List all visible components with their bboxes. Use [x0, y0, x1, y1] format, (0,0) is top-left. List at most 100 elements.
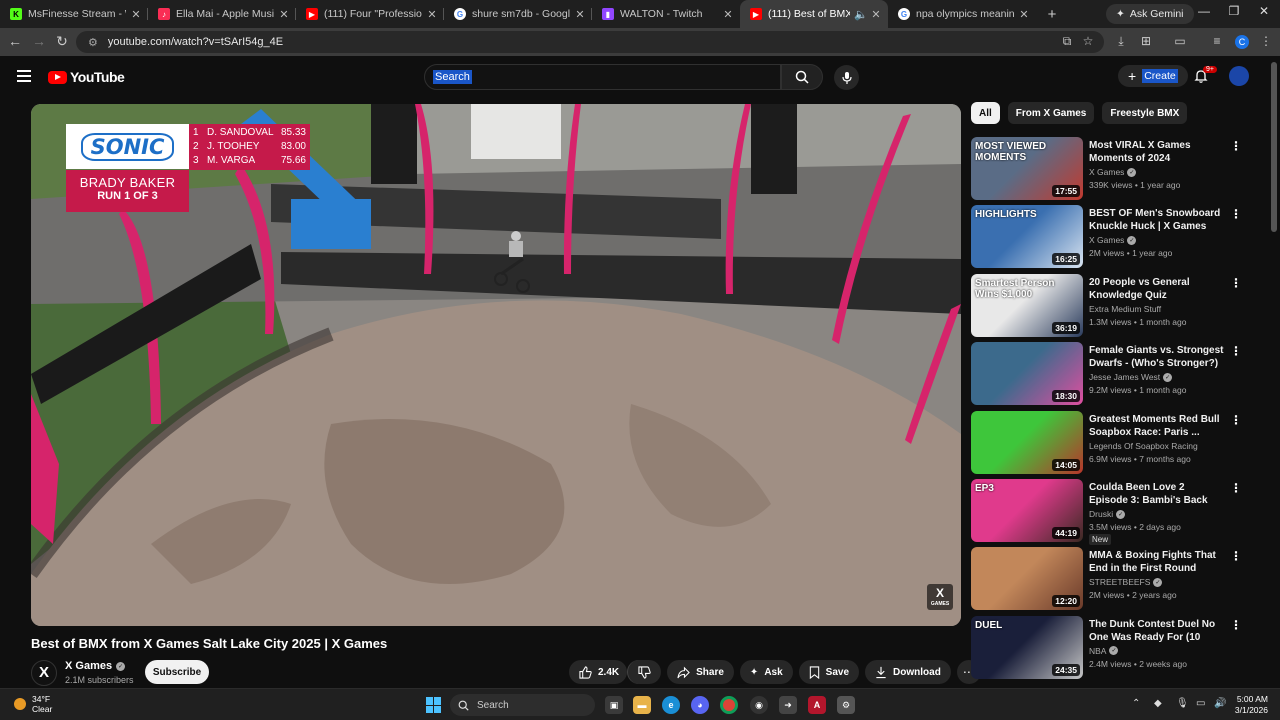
recommended-video[interactable]: EP3 44:19 Coulda Been Love 2 Episode 3: Ba…	[971, 479, 1261, 545]
ask-button[interactable]: ✦ Ask	[739, 660, 793, 684]
video-thumbnail[interactable]: 18:30	[971, 342, 1083, 406]
adobe-icon[interactable]: A	[808, 696, 826, 714]
site-info-icon[interactable]: ⚙	[88, 36, 98, 49]
account-avatar[interactable]	[1229, 66, 1249, 86]
edge-icon[interactable]: e	[662, 696, 680, 714]
channel-name[interactable]: X Games ✓	[65, 660, 126, 672]
recommended-title[interactable]: MMA & Boxing Fights That End in the Firs…	[1089, 549, 1225, 576]
more-options-icon[interactable]: ⋮	[1230, 413, 1242, 427]
close-tab-icon[interactable]: ✕	[278, 8, 290, 21]
close-tab-icon[interactable]: ✕	[870, 8, 882, 21]
obs-icon[interactable]: ◉	[750, 696, 768, 714]
more-options-icon[interactable]: ⋮	[1230, 276, 1242, 290]
recommended-video[interactable]: Smartest Person Wins $1,000 36:19 20 Peopl…	[971, 273, 1261, 338]
discord-icon[interactable]: ◕	[691, 696, 709, 714]
page-scrollbar[interactable]	[1271, 62, 1277, 232]
display-icon[interactable]: ▭	[1196, 698, 1205, 709]
recommended-video[interactable]: 18:30 Female Giants vs. Strongest Dwarfs …	[971, 342, 1261, 406]
close-tab-icon[interactable]: ✕	[426, 8, 438, 21]
channel-avatar[interactable]: X	[31, 660, 57, 686]
recommended-title[interactable]: The Dunk Contest Duel No One Was Ready F…	[1089, 618, 1225, 645]
volume-icon[interactable]: 🔊	[1214, 698, 1226, 709]
settings-gear-icon[interactable]: ⚙	[837, 696, 855, 714]
create-button[interactable]: + Create	[1118, 65, 1188, 87]
microphone-tray-icon[interactable]: 🎙	[1176, 698, 1189, 709]
dislike-button[interactable]	[627, 660, 662, 684]
browser-tab-active[interactable]: ▶ (111) Best of BMX from 🔈✕	[740, 0, 888, 28]
download-button[interactable]: Download	[865, 660, 951, 684]
search-button[interactable]	[781, 64, 823, 90]
tray-app-icon[interactable]: ◆	[1154, 698, 1162, 709]
browser-tab[interactable]: Gshure sm7db - Google Searc ✕	[444, 0, 592, 28]
recommended-channel[interactable]: STREETBEEFS ✓	[1089, 577, 1163, 587]
recommended-channel[interactable]: Extra Medium Stuff	[1089, 304, 1161, 314]
speaker-icon[interactable]: 🔈	[854, 8, 868, 21]
windows-start-icon[interactable]	[426, 697, 442, 713]
close-tab-icon[interactable]: ✕	[574, 8, 586, 21]
close-window-icon[interactable]: ✕	[1249, 4, 1279, 18]
more-options-icon[interactable]: ⋮	[1230, 139, 1242, 153]
like-button[interactable]: 2.4K	[569, 660, 628, 684]
restore-icon[interactable]: ❐	[1219, 4, 1249, 18]
download-icon[interactable]: ⤓	[1113, 34, 1129, 49]
chip-all[interactable]: All	[971, 102, 1000, 124]
more-options-icon[interactable]: ⋮	[1230, 207, 1242, 221]
close-tab-icon[interactable]: ✕	[722, 8, 734, 21]
video-thumbnail[interactable]: HIGHLIGHTS 16:25	[971, 205, 1083, 269]
voice-search-button[interactable]	[834, 65, 859, 90]
chrome-icon[interactable]	[720, 696, 738, 714]
install-app-icon[interactable]: ⧉	[1059, 34, 1075, 49]
search-input[interactable]: Search	[424, 64, 781, 90]
recommended-title[interactable]: BEST OF Men's Snowboard Knuckle Huck | X…	[1089, 207, 1225, 234]
close-tab-icon[interactable]: ✕	[1018, 8, 1030, 21]
more-options-icon[interactable]: ⋮	[1230, 481, 1242, 495]
recommended-video[interactable]: 14:05 Greatest Moments Red Bull Soapbox R…	[971, 410, 1261, 475]
video-thumbnail[interactable]: DUEL 24:35	[971, 615, 1083, 679]
cast-icon[interactable]: ▭	[1172, 34, 1188, 48]
file-explorer-icon[interactable]: ▬	[633, 696, 651, 714]
task-view-icon[interactable]: ▣	[605, 696, 623, 714]
video-thumbnail[interactable]: EP3 44:19	[971, 479, 1083, 542]
browser-tab[interactable]: Gnpa olympics meaning - Go ✕	[888, 0, 1036, 28]
browser-tab[interactable]: ▮ WALTON - Twitch ✕	[592, 0, 740, 28]
chip-from-x-games[interactable]: From X Games	[1007, 102, 1095, 124]
show-hidden-icons[interactable]: ⌃	[1132, 698, 1140, 709]
subscribe-button[interactable]: Subscribe	[145, 660, 209, 684]
video-thumbnail[interactable]: 14:05	[971, 410, 1083, 474]
youtube-logo[interactable]: YouTube	[48, 69, 125, 85]
hamburger-menu-icon[interactable]	[17, 70, 31, 85]
system-clock[interactable]: 5:00 AM 3/1/2026	[1230, 694, 1268, 716]
reload-icon[interactable]: ↻	[53, 33, 71, 50]
recommended-video[interactable]: 12:20 MMA & Boxing Fights That End in the…	[971, 547, 1261, 611]
profile-avatar[interactable]: C	[1235, 35, 1249, 49]
recommended-title[interactable]: Most VIRAL X Games Moments of 2024	[1089, 139, 1225, 165]
ask-gemini-button[interactable]: ✦ Ask Gemini	[1106, 4, 1194, 24]
forward-icon[interactable]: →	[30, 33, 48, 49]
weather-widget[interactable]: 34°F Clear	[14, 694, 52, 714]
address-bar[interactable]: ⚙ youtube.com/watch?v=tSArI54g_4E	[76, 31, 1104, 53]
extensions-icon[interactable]: ⊞	[1138, 34, 1154, 48]
browser-tab[interactable]: ♪ Ella Mai - Apple Music ✕	[148, 0, 296, 28]
media-controls-icon[interactable]: ≡	[1209, 34, 1225, 48]
recommended-channel[interactable]: NBA ✓	[1089, 646, 1119, 656]
app-icon[interactable]: ➜	[779, 696, 797, 714]
recommended-video[interactable]: MOST VIEWED MOMENTS 17:55 Most VIRAL X Gam…	[971, 137, 1261, 201]
more-options-icon[interactable]: ⋮	[1230, 549, 1242, 563]
new-tab-button[interactable]: +	[1040, 6, 1064, 23]
browser-tab[interactable]: ▶ (111) Four "Professional" As ✕	[296, 0, 444, 28]
recommended-video[interactable]: DUEL 24:35 The Dunk Contest Duel No One Wa…	[971, 615, 1261, 680]
video-thumbnail[interactable]: 12:20	[971, 547, 1083, 611]
recommended-channel[interactable]: X Games ✓	[1089, 235, 1137, 245]
recommended-title[interactable]: Coulda Been Love 2 Episode 3: Bambi's Ba…	[1089, 481, 1225, 507]
recommended-video[interactable]: HIGHLIGHTS 16:25 BEST OF Men's Snowboard K…	[971, 205, 1261, 269]
taskbar-search[interactable]: Search	[450, 694, 595, 716]
minimize-icon[interactable]: —	[1189, 4, 1219, 18]
recommended-channel[interactable]: Jesse James West ✓	[1089, 372, 1173, 382]
more-options-icon[interactable]: ⋮	[1230, 344, 1242, 358]
recommended-channel[interactable]: X Games ✓	[1089, 167, 1137, 177]
close-tab-icon[interactable]: ✕	[130, 8, 142, 21]
menu-dots-icon[interactable]: ⋮	[1258, 34, 1274, 48]
save-button[interactable]: Save	[798, 660, 860, 684]
recommended-title[interactable]: 20 People vs General Knowledge Quiz	[1089, 276, 1225, 302]
back-icon[interactable]: ←	[6, 33, 24, 49]
